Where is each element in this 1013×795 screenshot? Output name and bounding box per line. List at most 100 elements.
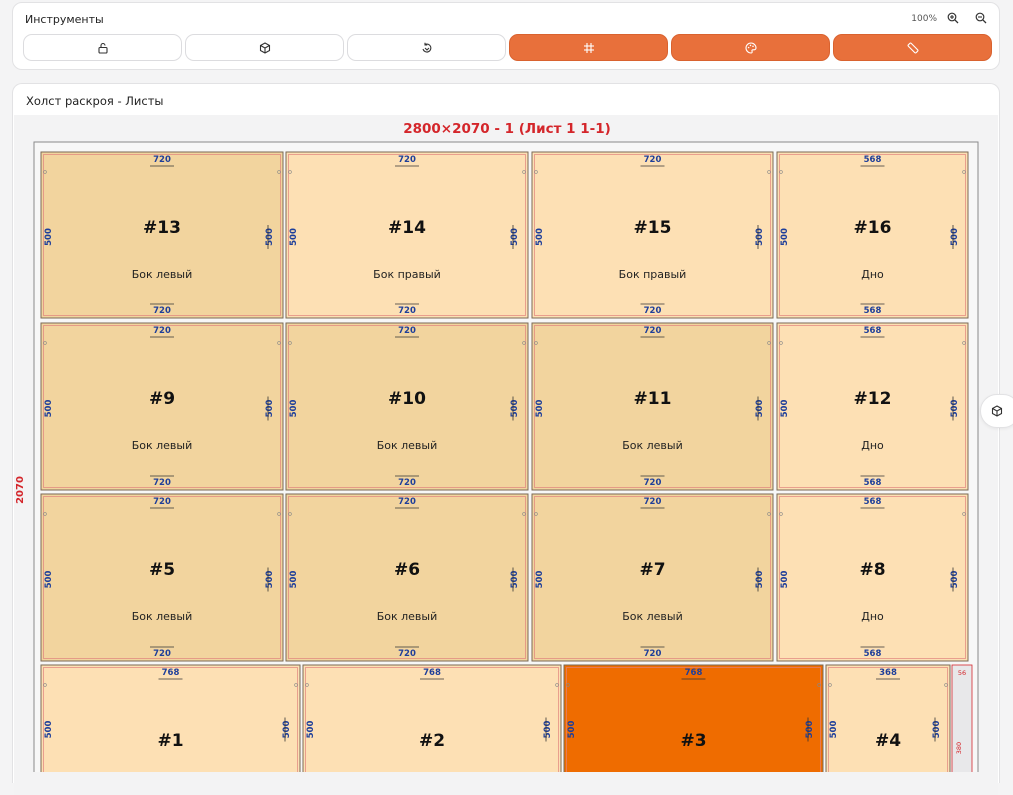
part-rect — [825, 664, 951, 772]
part-width-top: 768 — [685, 668, 703, 678]
part-name: Дно — [861, 439, 884, 452]
part-width-bottom: 568 — [864, 649, 882, 659]
part-name: Бок левый — [377, 610, 438, 623]
part-width-top: 720 — [398, 326, 416, 336]
part-id: #13 — [143, 218, 181, 238]
part-3: 768 500 500 #3 — [563, 664, 824, 772]
part-height-right: 500 — [543, 721, 553, 739]
part-id: #5 — [149, 560, 175, 580]
part-id: #11 — [634, 389, 672, 409]
part-name: Бок левый — [132, 268, 193, 281]
part-id: #9 — [149, 389, 175, 409]
part-name: Бок левый — [622, 439, 683, 452]
part-width-top: 720 — [644, 497, 662, 507]
part-id: #14 — [388, 218, 426, 238]
part-width-top: 720 — [398, 497, 416, 507]
part-width-top: 568 — [864, 155, 882, 165]
part-height-left: 500 — [535, 571, 545, 589]
part-width-top: 368 — [879, 668, 897, 678]
part-id: #6 — [394, 560, 420, 580]
part-height-left: 500 — [289, 228, 299, 246]
part-height-right: 500 — [950, 228, 960, 246]
part-height-left: 500 — [780, 571, 790, 589]
part-width-top: 568 — [864, 326, 882, 336]
part-height-right: 500 — [755, 400, 765, 418]
part-width-top: 720 — [644, 326, 662, 336]
part-id: #12 — [854, 389, 892, 409]
part-id: #1 — [157, 731, 183, 751]
view-3d-button[interactable] — [980, 394, 1013, 428]
part-width-top: 720 — [398, 155, 416, 165]
part-height-right: 500 — [265, 400, 275, 418]
part-height-left: 500 — [535, 228, 545, 246]
part-name: Бок правый — [619, 268, 687, 281]
part-2: 768 500 500 #2 — [302, 664, 562, 772]
part-width-bottom: 720 — [398, 649, 416, 659]
part-10: 720 500 500 #10 Бок левый 720 — [285, 322, 529, 491]
part-width-top: 568 — [864, 497, 882, 507]
part-width-top: 768 — [162, 668, 180, 678]
part-rect — [563, 664, 824, 772]
part-height-left: 500 — [780, 228, 790, 246]
part-width-top: 720 — [153, 497, 171, 507]
part-width-bottom: 720 — [153, 649, 171, 659]
part-height-right: 500 — [510, 400, 520, 418]
part-name: Бок левый — [132, 610, 193, 623]
part-height-right: 500 — [950, 400, 960, 418]
part-width-bottom: 720 — [644, 478, 662, 488]
part-width-bottom: 568 — [864, 478, 882, 488]
part-width-bottom: 720 — [153, 478, 171, 488]
part-width-bottom: 720 — [153, 306, 171, 316]
part-14: 720 500 500 #14 Бок правый 720 — [285, 151, 529, 319]
part-id: #15 — [634, 218, 672, 238]
sheet-height-label: 2070 — [15, 476, 26, 504]
part-4: 368 500 500 #4 — [825, 664, 951, 772]
part-name: Бок левый — [622, 610, 683, 623]
part-7: 720 500 500 #7 Бок левый 720 — [531, 493, 774, 662]
part-id: #3 — [680, 731, 706, 751]
part-height-left: 500 — [44, 228, 54, 246]
part-11: 720 500 500 #11 Бок левый 720 — [531, 322, 774, 491]
part-width-top: 768 — [423, 668, 441, 678]
part-height-left: 500 — [44, 400, 54, 418]
part-height-left: 500 — [44, 571, 54, 589]
part-width-top: 720 — [153, 326, 171, 336]
part-id: #16 — [854, 218, 892, 238]
part-height-right: 500 — [265, 571, 275, 589]
part-name: Бок правый — [373, 268, 441, 281]
cutting-sheet[interactable]: 2070 720 500 500 #13 Бок левый 720 720 500 500 #14… — [0, 0, 1013, 772]
part-15: 720 500 500 #15 Бок правый 720 — [531, 151, 774, 319]
part-width-bottom: 720 — [644, 306, 662, 316]
part-id: #10 — [388, 389, 426, 409]
part-width-bottom: 720 — [398, 306, 416, 316]
part-height-left: 500 — [289, 571, 299, 589]
part-1: 768 500 500 #1 — [40, 664, 301, 772]
part-height-left: 500 — [535, 400, 545, 418]
offcut-height: 380 — [955, 742, 963, 754]
part-height-right: 500 — [510, 571, 520, 589]
offcut-width: 56 — [958, 669, 966, 677]
part-id: #7 — [639, 560, 665, 580]
offcut: 56 380 — [951, 664, 973, 772]
part-width-top: 720 — [153, 155, 171, 165]
part-name: Бок левый — [132, 439, 193, 452]
part-6: 720 500 500 #6 Бок левый 720 — [285, 493, 529, 662]
part-rect — [302, 664, 562, 772]
part-height-right: 500 — [755, 571, 765, 589]
part-height-right: 500 — [805, 721, 815, 739]
part-name: Дно — [861, 268, 884, 281]
part-8: 568 500 500 #8 Дно 568 — [776, 493, 969, 662]
part-height-right: 500 — [265, 228, 275, 246]
part-width-bottom: 720 — [398, 478, 416, 488]
part-5: 720 500 500 #5 Бок левый 720 — [40, 493, 284, 662]
part-height-right: 500 — [755, 228, 765, 246]
part-height-left: 500 — [780, 400, 790, 418]
part-height-right: 500 — [932, 721, 942, 739]
offcut-rect — [951, 664, 973, 772]
part-id: #2 — [419, 731, 445, 751]
cube-icon — [991, 405, 1003, 417]
part-width-top: 720 — [644, 155, 662, 165]
part-height-left: 500 — [44, 721, 54, 739]
part-name: Бок левый — [377, 439, 438, 452]
part-name: Дно — [861, 610, 884, 623]
